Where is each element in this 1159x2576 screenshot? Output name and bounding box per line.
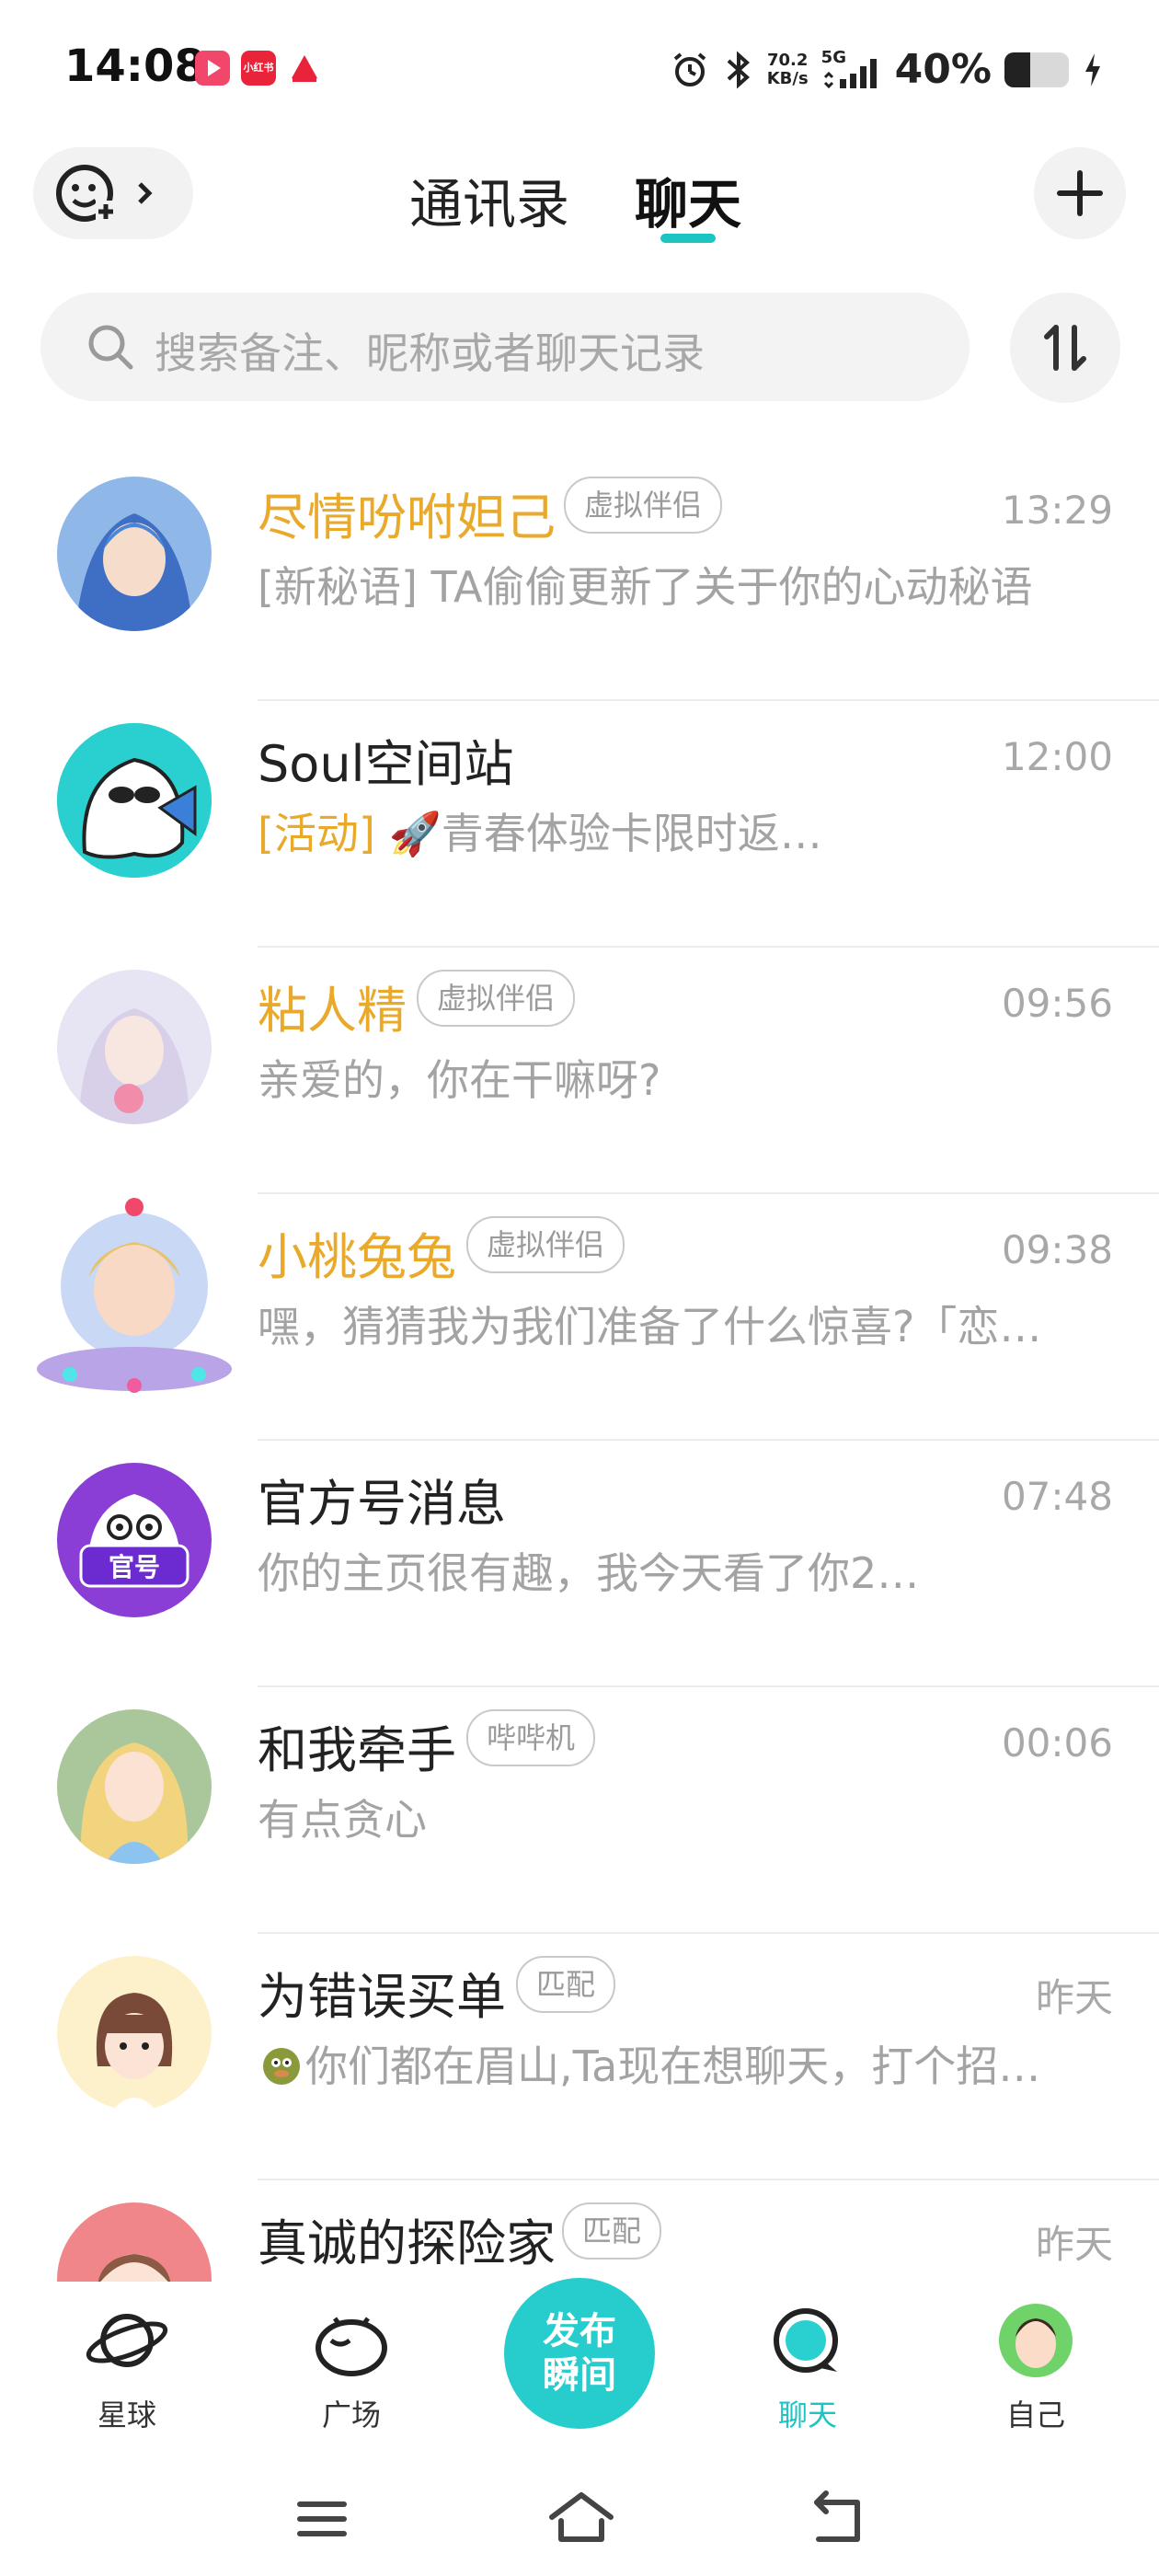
chat-preview: 你们都在眉山,Ta现在想聊天，打个招…: [258, 2033, 1104, 2094]
chat-tag: 虚拟伴侣: [564, 477, 723, 534]
publish-label-line2: 瞬间: [543, 2354, 616, 2397]
chat-name: 小桃兔兔: [258, 1228, 456, 1286]
chat-name: 真诚的探险家: [258, 2214, 556, 2272]
nav-label: 星球: [97, 2398, 156, 2432]
chat-time: 13:29: [1001, 488, 1113, 533]
chat-time: 07:48: [1001, 1474, 1113, 1519]
chat-name: Soul空间站: [258, 735, 514, 793]
chat-tag: 虚拟伴侣: [417, 970, 576, 1027]
travel-app-icon: [287, 51, 322, 86]
sort-icon: [1044, 325, 1086, 371]
chat-item-daji[interactable]: 尽情吩咐妲己 虚拟伴侣 13:29 [新秘语] TA偷偷更新了关于你的心动秘语: [0, 454, 1159, 701]
back-icon[interactable]: [809, 2490, 868, 2548]
chat-preview: [活动] 🚀青春体验卡限时返…: [258, 800, 1104, 861]
planet-icon: [86, 2314, 168, 2367]
chat-item-nianrenjing[interactable]: 粘人精 虚拟伴侣 09:56 亲爱的，你在干嘛呀?: [0, 948, 1159, 1194]
avatar: [57, 1956, 212, 2110]
video-app-icon: [195, 51, 230, 86]
chat-bubble-icon: [774, 2308, 838, 2373]
search-placeholder: 搜索备注、昵称或者聊天记录: [155, 328, 705, 378]
network-speed-value: 70.2: [766, 50, 809, 70]
nav-planet[interactable]: 星球: [53, 2300, 201, 2434]
battery-percent: 40%: [894, 46, 992, 93]
chat-preview: 有点贪心: [258, 1795, 427, 1845]
chat-tag: 匹配: [516, 1956, 616, 2013]
chat-tag: 虚拟伴侣: [466, 1216, 625, 1273]
chat-preview: 亲爱的，你在干嘛呀?: [258, 1055, 661, 1105]
nav-label: 聊天: [777, 2398, 837, 2432]
chat-item-explorer[interactable]: 真诚的探险家 匹配 昨天: [0, 2180, 1159, 2282]
smiley-add-icon: [56, 165, 153, 222]
chat-preview-text: 🚀青春体验卡限时返…: [388, 809, 822, 858]
nav-me[interactable]: 自己: [962, 2300, 1109, 2434]
chat-time: 12:00: [1001, 734, 1113, 779]
square-icon: [316, 2317, 387, 2376]
network-speed-unit: KB/s: [766, 68, 809, 88]
chat-time: 00:06: [1001, 1720, 1113, 1765]
chat-name: 和我牵手: [258, 1721, 456, 1779]
avatar: [57, 2202, 212, 2282]
system-nav-bar: [0, 2466, 1159, 2576]
chat-time: 昨天: [1035, 1975, 1113, 2020]
alarm-icon: [673, 52, 706, 86]
signal-icon: 5G: [821, 48, 882, 90]
chat-tag: 哔哔机: [466, 1709, 596, 1766]
chat-name: 粘人精: [258, 982, 407, 1040]
avatar: [57, 970, 212, 1124]
sort-button[interactable]: [1010, 293, 1120, 403]
chat-time: 09:56: [1001, 981, 1113, 1026]
add-button[interactable]: [1034, 147, 1126, 239]
bluetooth-icon: [727, 51, 750, 88]
activity-label: [活动]: [258, 809, 375, 858]
publish-moment-button[interactable]: 发布 瞬间: [504, 2278, 655, 2429]
nav-square[interactable]: 广场: [278, 2300, 425, 2434]
menu-icon[interactable]: [294, 2491, 350, 2547]
avatar: [33, 1194, 235, 1406]
avatar: [57, 723, 212, 878]
creature-emoji-icon: [263, 2048, 300, 2085]
add-friend-button[interactable]: [33, 147, 193, 239]
chat-preview-text: 你们都在眉山,Ta现在想聊天，打个招…: [305, 2041, 1041, 2091]
plus-icon: [1057, 170, 1103, 216]
chat-preview: 嘿，猜猜我为我们准备了什么惊喜?「恋…: [258, 1302, 1042, 1351]
battery-icon: [1004, 52, 1069, 87]
chat-name: 尽情吩咐妲己: [258, 489, 556, 546]
avatar: 官号: [57, 1463, 212, 1617]
xiaohongshu-app-icon: 小红书: [241, 51, 276, 86]
active-tab-indicator: [660, 234, 716, 243]
charging-icon: [1085, 52, 1100, 86]
chat-item-official[interactable]: 官号 官方号消息 07:48 你的主页很有趣，我今天看了你2…: [0, 1441, 1159, 1687]
official-badge: 官号: [108, 1552, 160, 1582]
nav-chat[interactable]: 聊天: [734, 2300, 881, 2434]
chat-name: 为错误买单: [258, 1968, 506, 2026]
chat-preview: 你的主页很有趣，我今天看了你2…: [258, 1548, 920, 1598]
chat-item-soul-space-station[interactable]: Soul空间站 12:00 [活动] 🚀青春体验卡限时返…: [0, 701, 1159, 948]
chat-item-xiaotao[interactable]: 小桃兔兔 虚拟伴侣 09:38 嘿，猜猜我为我们准备了什么惊喜?「恋…: [0, 1194, 1159, 1441]
chat-name: 官方号消息: [258, 1475, 506, 1533]
chat-tag: 匹配: [562, 2202, 662, 2260]
chat-time: 09:38: [1001, 1227, 1113, 1272]
nav-label: 自己: [1005, 2398, 1065, 2432]
profile-avatar-icon: [999, 2304, 1073, 2377]
chat-item-hold-hands[interactable]: 和我牵手 哔哔机 00:06 有点贪心: [0, 1687, 1159, 1934]
search-icon: [88, 325, 133, 370]
nav-label: 广场: [321, 2398, 381, 2432]
publish-label-line1: 发布: [543, 2310, 616, 2352]
status-bar: 14:08 小红书 70.2 KB/s 5G 40%: [0, 0, 1159, 138]
status-right-group: 70.2 KB/s 5G 40%: [670, 46, 1104, 93]
search-input[interactable]: 搜索备注、昵称或者聊天记录: [40, 293, 970, 401]
status-time: 14:08: [64, 40, 205, 92]
chat-item-wrong-bill[interactable]: 为错误买单 匹配 昨天 你们都在眉山,Ta现在想聊天，打个招…: [0, 1934, 1159, 2180]
chat-time: 昨天: [1035, 2222, 1113, 2267]
tab-chat[interactable]: 聊天: [635, 161, 741, 238]
chat-preview: [新秘语] TA偷偷更新了关于你的心动秘语: [258, 562, 1033, 612]
tab-contacts[interactable]: 通讯录: [409, 161, 569, 238]
avatar: [57, 1709, 212, 1864]
avatar: [57, 477, 212, 631]
network-speed: 70.2 KB/s: [766, 50, 809, 88]
home-icon[interactable]: [546, 2488, 616, 2547]
